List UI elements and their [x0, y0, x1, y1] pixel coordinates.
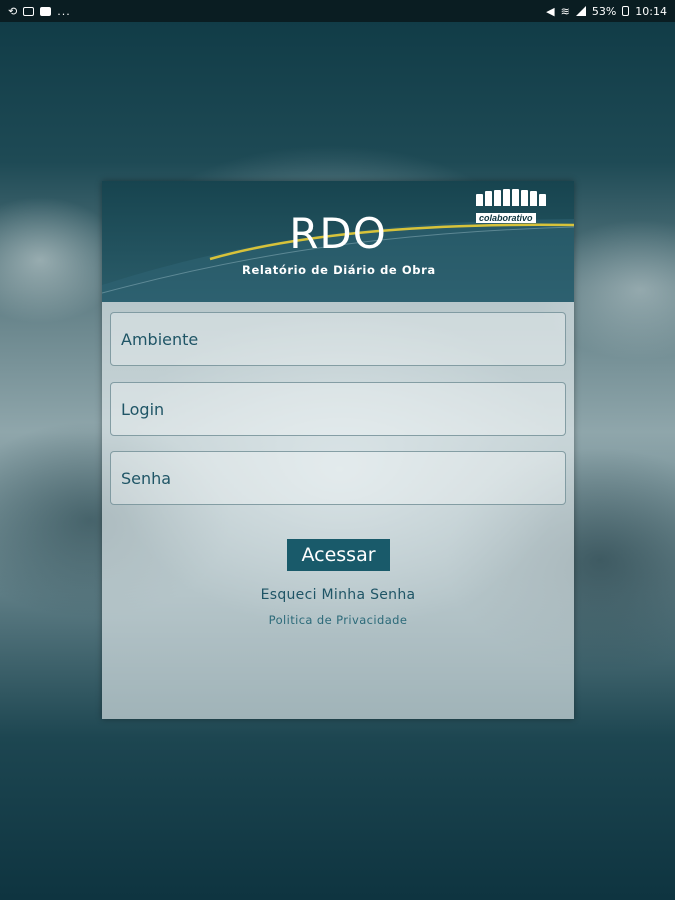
status-bar-right: ◀︎ ≋ 53% 10:14 — [546, 5, 667, 18]
status-bar: ⟲ ... ◀︎ ≋ 53% 10:14 — [0, 0, 675, 22]
clock: 10:14 — [635, 4, 667, 18]
login-card: colaborativo RDO Relatório de Diário de … — [102, 181, 574, 719]
app-title: RDO — [289, 209, 387, 258]
card-header: colaborativo RDO Relatório de Diário de … — [102, 181, 574, 302]
sync-icon: ⟲ — [8, 4, 18, 18]
environment-input[interactable] — [111, 313, 565, 365]
app-subtitle: Relatório de Diário de Obra — [242, 263, 436, 277]
battery-percent: 53% — [591, 4, 617, 18]
battery-icon — [622, 6, 630, 16]
privacy-policy-link[interactable]: Politica de Privacidade — [102, 613, 574, 627]
status-overflow: ... — [57, 4, 71, 18]
access-button[interactable]: Acessar — [287, 539, 390, 571]
password-field[interactable] — [110, 451, 566, 505]
environment-field[interactable] — [110, 312, 566, 366]
signal-icon — [575, 6, 586, 16]
logo-bars — [476, 189, 562, 206]
forgot-password-link[interactable]: Esqueci Minha Senha — [102, 587, 574, 603]
chat-icon — [23, 6, 35, 16]
login-field[interactable] — [110, 382, 566, 436]
flipboard-icon — [40, 6, 52, 16]
password-input[interactable] — [111, 452, 565, 504]
mute-icon: ◀︎ — [546, 4, 555, 18]
status-bar-left: ⟲ ... — [8, 5, 71, 18]
wifi-icon: ≋ — [560, 4, 570, 18]
login-input[interactable] — [111, 383, 565, 435]
